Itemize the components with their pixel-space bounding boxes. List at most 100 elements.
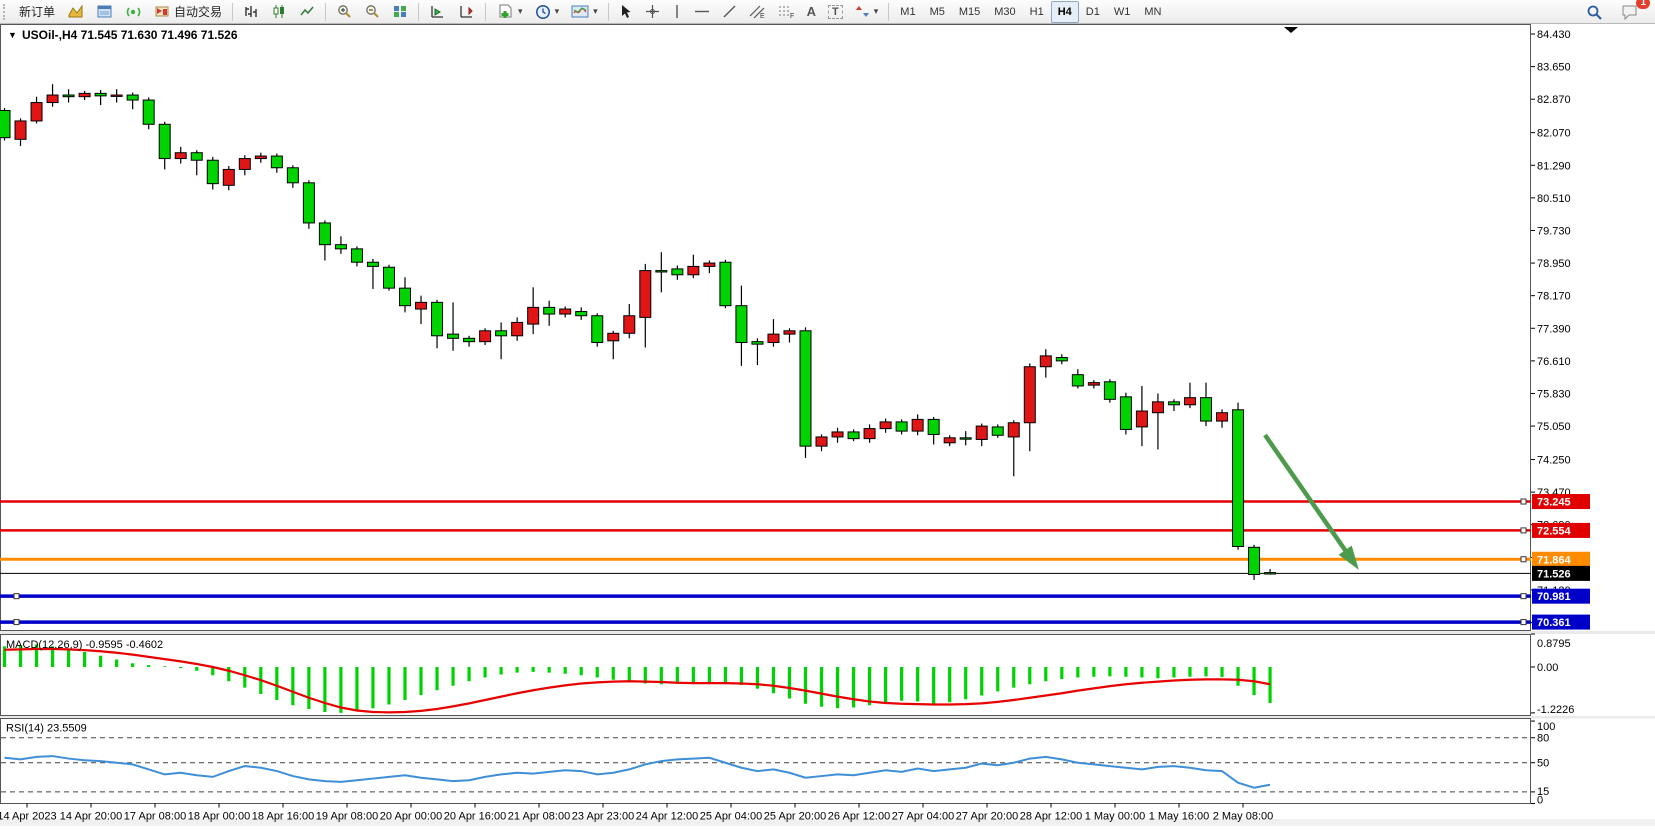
price-axis[interactable]: 84.43083.65082.87082.07081.29080.51079.7… — [1531, 29, 1571, 630]
toolbar-separator — [325, 3, 326, 21]
candlestick-button[interactable] — [265, 0, 293, 24]
text-icon: A — [807, 4, 816, 19]
price-badges: 73.24572.55471.86470.98170.36171.526 — [1532, 494, 1590, 630]
charts-icon — [67, 4, 84, 19]
signals-icon — [125, 4, 142, 19]
zoom-out-icon — [364, 4, 380, 19]
auto-scroll-button[interactable] — [423, 0, 452, 24]
svg-text:27 Apr 04:00: 27 Apr 04:00 — [892, 811, 954, 823]
zoom-out-button[interactable] — [358, 0, 386, 24]
bar-chart-button[interactable] — [237, 0, 265, 24]
market-watch-button[interactable] — [90, 0, 119, 24]
line-handle[interactable] — [1521, 528, 1526, 533]
line-handle[interactable] — [14, 620, 19, 625]
svg-text:78.950: 78.950 — [1537, 258, 1571, 270]
signals-button[interactable] — [119, 0, 148, 24]
svg-text:18 Apr 00:00: 18 Apr 00:00 — [188, 811, 250, 823]
svg-text:F: F — [790, 13, 794, 19]
candles-icon — [271, 4, 287, 19]
cursor-icon — [619, 4, 633, 19]
symbol-collapse-icon[interactable]: ▼ — [8, 30, 17, 40]
search-button[interactable] — [1580, 0, 1609, 24]
crosshair-icon — [645, 4, 660, 19]
line-handle[interactable] — [1521, 499, 1526, 504]
svg-text:26 Apr 12:00: 26 Apr 12:00 — [828, 811, 890, 823]
channel-tool-button[interactable]: E — [743, 0, 772, 24]
svg-text:82.870: 82.870 — [1537, 94, 1571, 106]
tab-timeframe-m15[interactable]: M15 — [952, 1, 987, 23]
text-label-tool-button[interactable]: T — [822, 0, 849, 24]
zoom-in-button[interactable] — [330, 0, 358, 24]
tab-timeframe-m5[interactable]: M5 — [923, 1, 952, 23]
tab-timeframe-m1[interactable]: M1 — [893, 1, 922, 23]
rsi-label: RSI(14) 23.5509 — [6, 723, 87, 735]
svg-text:23 Apr 23:00: 23 Apr 23:00 — [572, 811, 634, 823]
chevron-down-icon: ▾ — [555, 6, 560, 17]
rsi-pane[interactable] — [1, 719, 1531, 804]
new-order-button[interactable]: 新订单 — [13, 0, 61, 24]
line-handle[interactable] — [1521, 594, 1526, 599]
chat-button[interactable]: 1 — [1615, 0, 1645, 24]
svg-text:50: 50 — [1537, 758, 1549, 770]
bars-icon — [243, 4, 259, 19]
new-chart-icon — [496, 4, 514, 20]
zoom-in-icon — [336, 4, 352, 19]
trendline-tool-button[interactable] — [716, 0, 743, 24]
line-chart-icon — [299, 4, 315, 19]
chart-shift-icon — [458, 4, 475, 19]
line-handle[interactable] — [14, 594, 19, 599]
chart-shift-button[interactable] — [452, 0, 481, 24]
toolbar-separator — [608, 3, 609, 21]
svg-text:25 Apr 20:00: 25 Apr 20:00 — [764, 811, 826, 823]
svg-text:70.361: 70.361 — [1537, 617, 1571, 629]
arrows-tool-button[interactable]: ▾ — [849, 0, 885, 24]
crosshair-tool-button[interactable] — [639, 0, 666, 24]
chart-window[interactable]: 84.43083.65082.87082.07081.29080.51079.7… — [0, 24, 1655, 826]
channel-icon: E — [749, 4, 766, 19]
macd-axis: 0.87950.00-1.2226 — [1531, 634, 1574, 716]
main-pane[interactable] — [1, 25, 1531, 631]
text-label-icon: T — [828, 5, 843, 19]
line-chart-button[interactable] — [293, 0, 321, 24]
chevron-down-icon: ▾ — [874, 6, 879, 17]
tile-windows-button[interactable] — [386, 0, 414, 24]
tab-timeframe-w1[interactable]: W1 — [1107, 1, 1138, 23]
periods-button[interactable]: ▾ — [529, 0, 566, 24]
new-chart-button[interactable]: ▾ — [490, 0, 529, 24]
fibonacci-tool-button[interactable]: F — [772, 0, 801, 24]
svg-text:24 Apr 12:00: 24 Apr 12:00 — [636, 811, 698, 823]
chart-canvas[interactable]: 84.43083.65082.87082.07081.29080.51079.7… — [0, 24, 1655, 826]
svg-text:70.981: 70.981 — [1537, 591, 1571, 603]
vertical-line-icon — [672, 4, 682, 19]
charts-button[interactable] — [61, 0, 90, 24]
line-handle[interactable] — [1521, 620, 1526, 625]
tab-timeframe-d1[interactable]: D1 — [1079, 1, 1107, 23]
svg-text:82.070: 82.070 — [1537, 128, 1571, 140]
toolbar-separator — [888, 3, 889, 21]
svg-text:72.554: 72.554 — [1537, 525, 1572, 537]
auto-trading-button[interactable]: 自动交易 — [148, 0, 228, 24]
tab-timeframe-h4[interactable]: H4 — [1051, 1, 1079, 23]
tab-timeframe-m30[interactable]: M30 — [987, 1, 1022, 23]
tab-timeframe-mn[interactable]: MN — [1137, 1, 1168, 23]
vertical-line-tool-button[interactable] — [666, 0, 688, 24]
svg-text:71.864: 71.864 — [1537, 554, 1572, 566]
cursor-tool-button[interactable] — [613, 0, 639, 24]
svg-text:21 Apr 08:00: 21 Apr 08:00 — [508, 811, 570, 823]
main-toolbar: 新订单 自动交易 ▾ ▾ — [0, 0, 1655, 24]
horizontal-line-tool-button[interactable] — [688, 0, 716, 24]
svg-text:74.250: 74.250 — [1537, 455, 1571, 467]
toolbar-grip — [3, 4, 10, 20]
tab-timeframe-h1[interactable]: H1 — [1023, 1, 1051, 23]
notification-badge: 1 — [1636, 0, 1650, 9]
pane-splitter[interactable] — [0, 631, 1655, 634]
templates-icon — [571, 4, 589, 19]
text-tool-button[interactable]: A — [801, 0, 822, 24]
search-icon — [1586, 4, 1603, 20]
svg-text:14 Apr 2023: 14 Apr 2023 — [0, 811, 57, 823]
macd-label: MACD(12,26,9) -0.9595 -0.4602 — [6, 639, 163, 651]
line-handle[interactable] — [1521, 557, 1526, 562]
templates-button[interactable]: ▾ — [565, 0, 604, 24]
market-watch-icon — [96, 4, 113, 19]
svg-text:1 May 00:00: 1 May 00:00 — [1085, 811, 1146, 823]
